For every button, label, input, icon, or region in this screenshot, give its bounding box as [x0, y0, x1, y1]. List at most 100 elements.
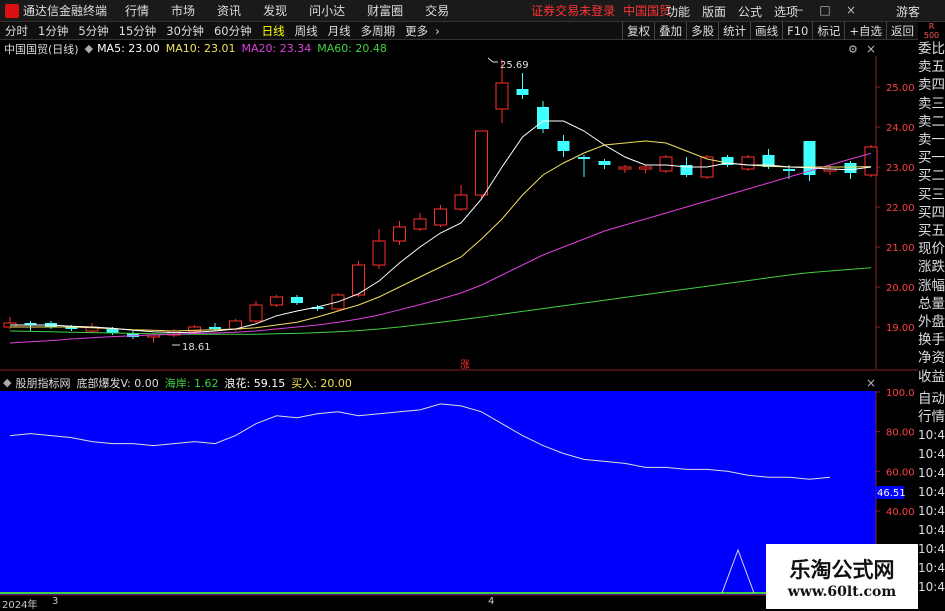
app-logo-icon: [5, 3, 19, 18]
side-label-change: 涨跌: [918, 259, 945, 276]
ma20-line: [9, 152, 872, 344]
indicator-close-icon[interactable]: ×: [866, 376, 876, 390]
side-tab-quote[interactable]: 行情: [918, 408, 945, 426]
period-weekly[interactable]: 周线: [290, 23, 323, 39]
tick-time: 10:44: [918, 428, 945, 443]
candle-body: [434, 208, 447, 226]
candle-body: [557, 141, 570, 151]
button-biaoji[interactable]: 标记: [812, 22, 844, 40]
side-label-price: 现价: [918, 241, 945, 258]
indicator-legend: ◆ 股朋指标网 底部爆发V: 0.00 海岸: 1.62 浪花: 59.15 买…: [0, 375, 352, 390]
side-label-buy2: 买二: [918, 168, 945, 185]
candle-body: [639, 166, 652, 170]
kline-y-tick-label: 24.00: [886, 123, 915, 134]
app-name: 通达信金融终端: [23, 4, 108, 18]
period-more[interactable]: 更多: [400, 23, 433, 39]
candle-body: [864, 146, 878, 176]
close-icon[interactable]: ×: [844, 3, 858, 17]
button-tongji[interactable]: 统计: [718, 22, 750, 40]
kline-y-tick-label: 25.00: [886, 83, 915, 94]
candle-body: [516, 89, 529, 95]
x-axis: 2024年 3 4: [0, 596, 880, 611]
side-label-buy4: 买四: [918, 204, 945, 221]
menu-item-caifuquan[interactable]: 财富圈: [367, 2, 403, 19]
indicator-haian: 海岸: 1.62: [164, 376, 219, 390]
candle-body: [291, 297, 303, 303]
button-fuquan[interactable]: 复权: [622, 22, 654, 40]
candle-body: [270, 296, 283, 306]
candle-body: [578, 157, 590, 159]
tick-time: 10:45: [918, 504, 945, 519]
side-label-sell1: 卖一: [918, 132, 945, 149]
side-label-weibi: 委比: [918, 41, 945, 57]
period-multi[interactable]: 多周期: [356, 23, 401, 39]
top-right-menu: 功能 版面 公式 选项: [666, 0, 798, 22]
menu-item-wenxiaoda[interactable]: 问小达: [309, 2, 345, 19]
menu-item-banmian[interactable]: 版面: [702, 3, 726, 20]
tick-time: 10:45: [918, 447, 945, 462]
menu-item-zixun[interactable]: 资讯: [217, 2, 241, 19]
button-diejia[interactable]: 叠加: [654, 22, 686, 40]
menu-item-hangqing[interactable]: 行情: [125, 2, 149, 19]
side-label-buy1: 买一: [918, 150, 945, 167]
menu-item-faxian[interactable]: 发现: [263, 2, 287, 19]
side-quote-panel: 委比 卖五 卖四 卖三 卖二 卖一 买一 买二 买三 买四 买五 现价 涨跌 涨…: [918, 40, 945, 609]
high-price-label: 25.69: [500, 60, 529, 71]
side-label-turnover: 换手: [918, 332, 945, 349]
watermark-title: 乐淘公式网: [789, 557, 895, 582]
watermark-banner: 乐淘公式网 www.60lt.com: [766, 544, 918, 609]
side-label-outer: 外盘: [918, 314, 945, 331]
more-chevron-icon[interactable]: ›: [433, 24, 442, 38]
current-stock-name: 中国国贸: [623, 4, 672, 18]
x-axis-month-3: 3: [52, 596, 59, 607]
indicator-panel-bg: [0, 391, 876, 595]
side-tab-auto[interactable]: 自动: [918, 390, 945, 408]
indicator-langhua: 浪花: 59.15: [224, 376, 286, 390]
period-monthly[interactable]: 月线: [323, 23, 356, 39]
menu-item-jiaoyi[interactable]: 交易: [425, 2, 449, 19]
indicator-menu-icon[interactable]: ◆: [3, 376, 11, 389]
tick-time: 10:45: [918, 466, 945, 481]
period-30min[interactable]: 30分钟: [161, 23, 209, 39]
side-label-netasset: 净资: [918, 350, 945, 367]
period-daily[interactable]: 日线: [257, 23, 290, 39]
tick-time: 10:45: [918, 523, 945, 538]
menu-item-gongshi[interactable]: 公式: [738, 3, 762, 20]
kline-y-tick-label: 19.00: [886, 323, 915, 334]
indicator-name[interactable]: 股朋指标网: [15, 375, 70, 391]
button-back[interactable]: 返回: [886, 22, 918, 40]
kline-chart[interactable]: 25.00 24.00 23.00 22.00 21.00 20.00 19.00 100.…: [0, 40, 918, 609]
period-1min[interactable]: 1分钟: [33, 23, 73, 39]
button-huaxian[interactable]: 画线: [750, 22, 782, 40]
button-add-watchlist[interactable]: +自选: [844, 22, 886, 40]
indicator-title: 底部爆发V: 0.00: [76, 376, 159, 390]
candle-body: [844, 163, 857, 173]
period-fenshi[interactable]: 分时: [0, 23, 33, 39]
minimize-icon[interactable]: −: [792, 3, 806, 17]
tick-time: 10:45: [918, 580, 945, 595]
period-60min[interactable]: 60分钟: [209, 23, 257, 39]
period-5min[interactable]: 5分钟: [73, 23, 113, 39]
maximize-icon[interactable]: □: [818, 3, 832, 17]
kline-y-tick-label: 22.00: [886, 203, 915, 214]
tick-time: 10:45: [918, 561, 945, 576]
indicator-y-tick-label: 60.00: [886, 467, 915, 478]
menu-item-gongneng[interactable]: 功能: [666, 3, 690, 20]
side-label-buy3: 买三: [918, 186, 945, 203]
period-15min[interactable]: 15分钟: [114, 23, 162, 39]
watermark-url: www.60lt.com: [787, 584, 897, 600]
side-label-sell5: 卖五: [918, 59, 945, 76]
candle-body: [106, 329, 119, 333]
menu-item-shichang[interactable]: 市场: [171, 2, 195, 19]
candle-body: [475, 130, 488, 196]
tick-time: 10:45: [918, 485, 945, 500]
login-status[interactable]: 证券交易未登录: [531, 2, 615, 19]
button-duogu[interactable]: 多股: [686, 22, 718, 40]
indicator-y-tick-label: 40.00: [886, 507, 915, 518]
ma60-line: [9, 267, 872, 335]
button-f10[interactable]: F10: [782, 22, 812, 40]
user-label[interactable]: 游客: [896, 0, 920, 22]
tick-time: 10:45: [918, 542, 945, 557]
candle-body: [659, 156, 673, 172]
kline-y-tick-label: 20.00: [886, 283, 915, 294]
